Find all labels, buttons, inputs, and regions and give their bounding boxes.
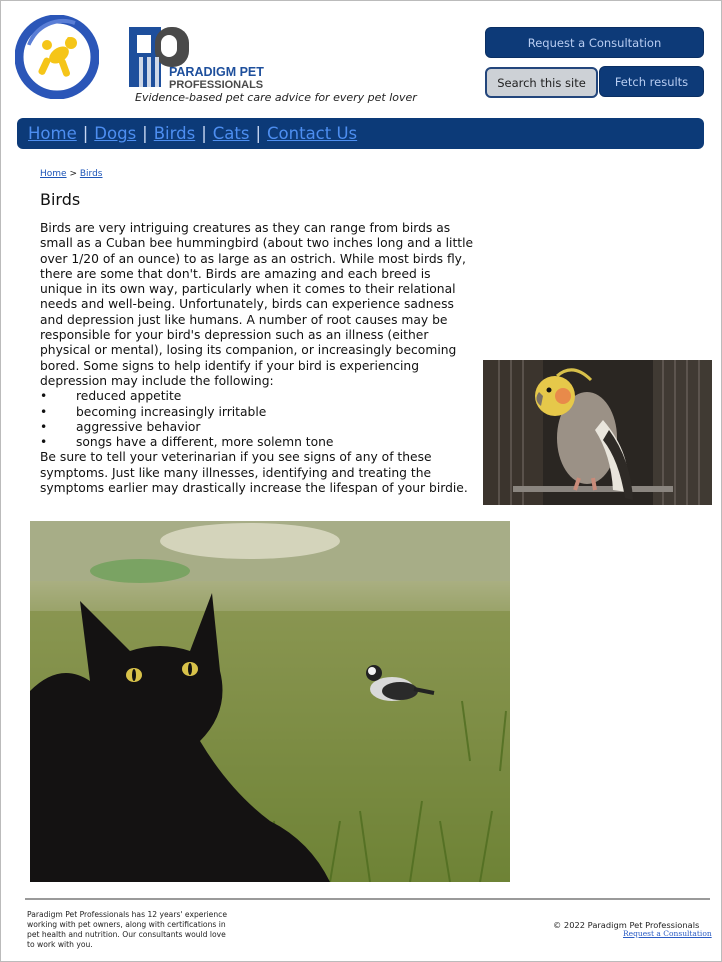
- nav-link-birds[interactable]: Birds: [154, 124, 195, 143]
- breadcrumb-birds-link[interactable]: Birds: [80, 169, 103, 179]
- list-item: • songs have a different, more solemn ton…: [40, 435, 476, 450]
- list-item: • becoming increasingly irritable: [40, 405, 476, 420]
- bullet: •: [40, 389, 48, 404]
- list-item-text: reduced appetite: [76, 389, 182, 404]
- cat-and-bird-photo: [30, 521, 510, 882]
- bullet: •: [40, 419, 48, 434]
- nav-separator: |: [255, 124, 262, 143]
- list-item-text: becoming increasingly irritable: [76, 404, 267, 419]
- list-item: • aggressive behavior: [40, 420, 476, 435]
- nav-separator: |: [82, 124, 89, 143]
- cockatiel-photo: [483, 360, 712, 505]
- brand-logo: PARADIGM PET PROFESSIONALS: [129, 27, 264, 91]
- dog-logo-icon: [15, 15, 99, 99]
- breadcrumb: Home > Birds: [40, 169, 103, 179]
- nav-link-dogs[interactable]: Dogs: [94, 124, 136, 143]
- page-frame: PARADIGM PET PROFESSIONALS Evidence-base…: [0, 0, 722, 962]
- footer-divider: [25, 898, 710, 900]
- list-item-text: aggressive behavior: [76, 419, 201, 434]
- brand-line2: PROFESSIONALS: [169, 79, 263, 91]
- article-body: Birds are very intriguing creatures as t…: [40, 221, 476, 496]
- breadcrumb-separator: >: [69, 169, 77, 179]
- nav-link-home[interactable]: Home: [28, 124, 77, 143]
- tagline: Evidence-based pet care advice for every…: [135, 91, 417, 104]
- request-consultation-button[interactable]: Request a Consultation: [485, 27, 704, 58]
- fetch-results-button[interactable]: Fetch results: [599, 66, 704, 97]
- list-item-text: songs have a different, more solemn tone: [76, 435, 334, 450]
- signs-list: • reduced appetite • becoming increasingly…: [40, 389, 476, 450]
- page-title: Birds: [40, 190, 81, 209]
- bullet: •: [40, 404, 48, 419]
- nav-separator: |: [201, 124, 207, 143]
- list-item: • reduced appetite: [40, 389, 476, 404]
- outro-paragraph: Be sure to tell your veterinarian if you…: [40, 450, 468, 496]
- nav-link-cats[interactable]: Cats: [213, 124, 250, 143]
- main-nav: Home | Dogs | Birds | Cats | Contact Us: [17, 118, 704, 149]
- nav-link-contact[interactable]: Contact Us: [267, 124, 357, 143]
- brand-line1: PARADIGM PET: [169, 65, 264, 79]
- nav-separator: |: [142, 124, 148, 143]
- breadcrumb-home-link[interactable]: Home: [40, 169, 67, 179]
- bullet: •: [40, 435, 48, 450]
- footer-consultation-link[interactable]: Request a Consultation: [623, 929, 712, 938]
- footer-about-text: Paradigm Pet Professionals has 12 years'…: [27, 910, 228, 949]
- intro-paragraph: Birds are very intriguing creatures as t…: [40, 221, 474, 388]
- search-site-button[interactable]: Search this site: [485, 67, 598, 98]
